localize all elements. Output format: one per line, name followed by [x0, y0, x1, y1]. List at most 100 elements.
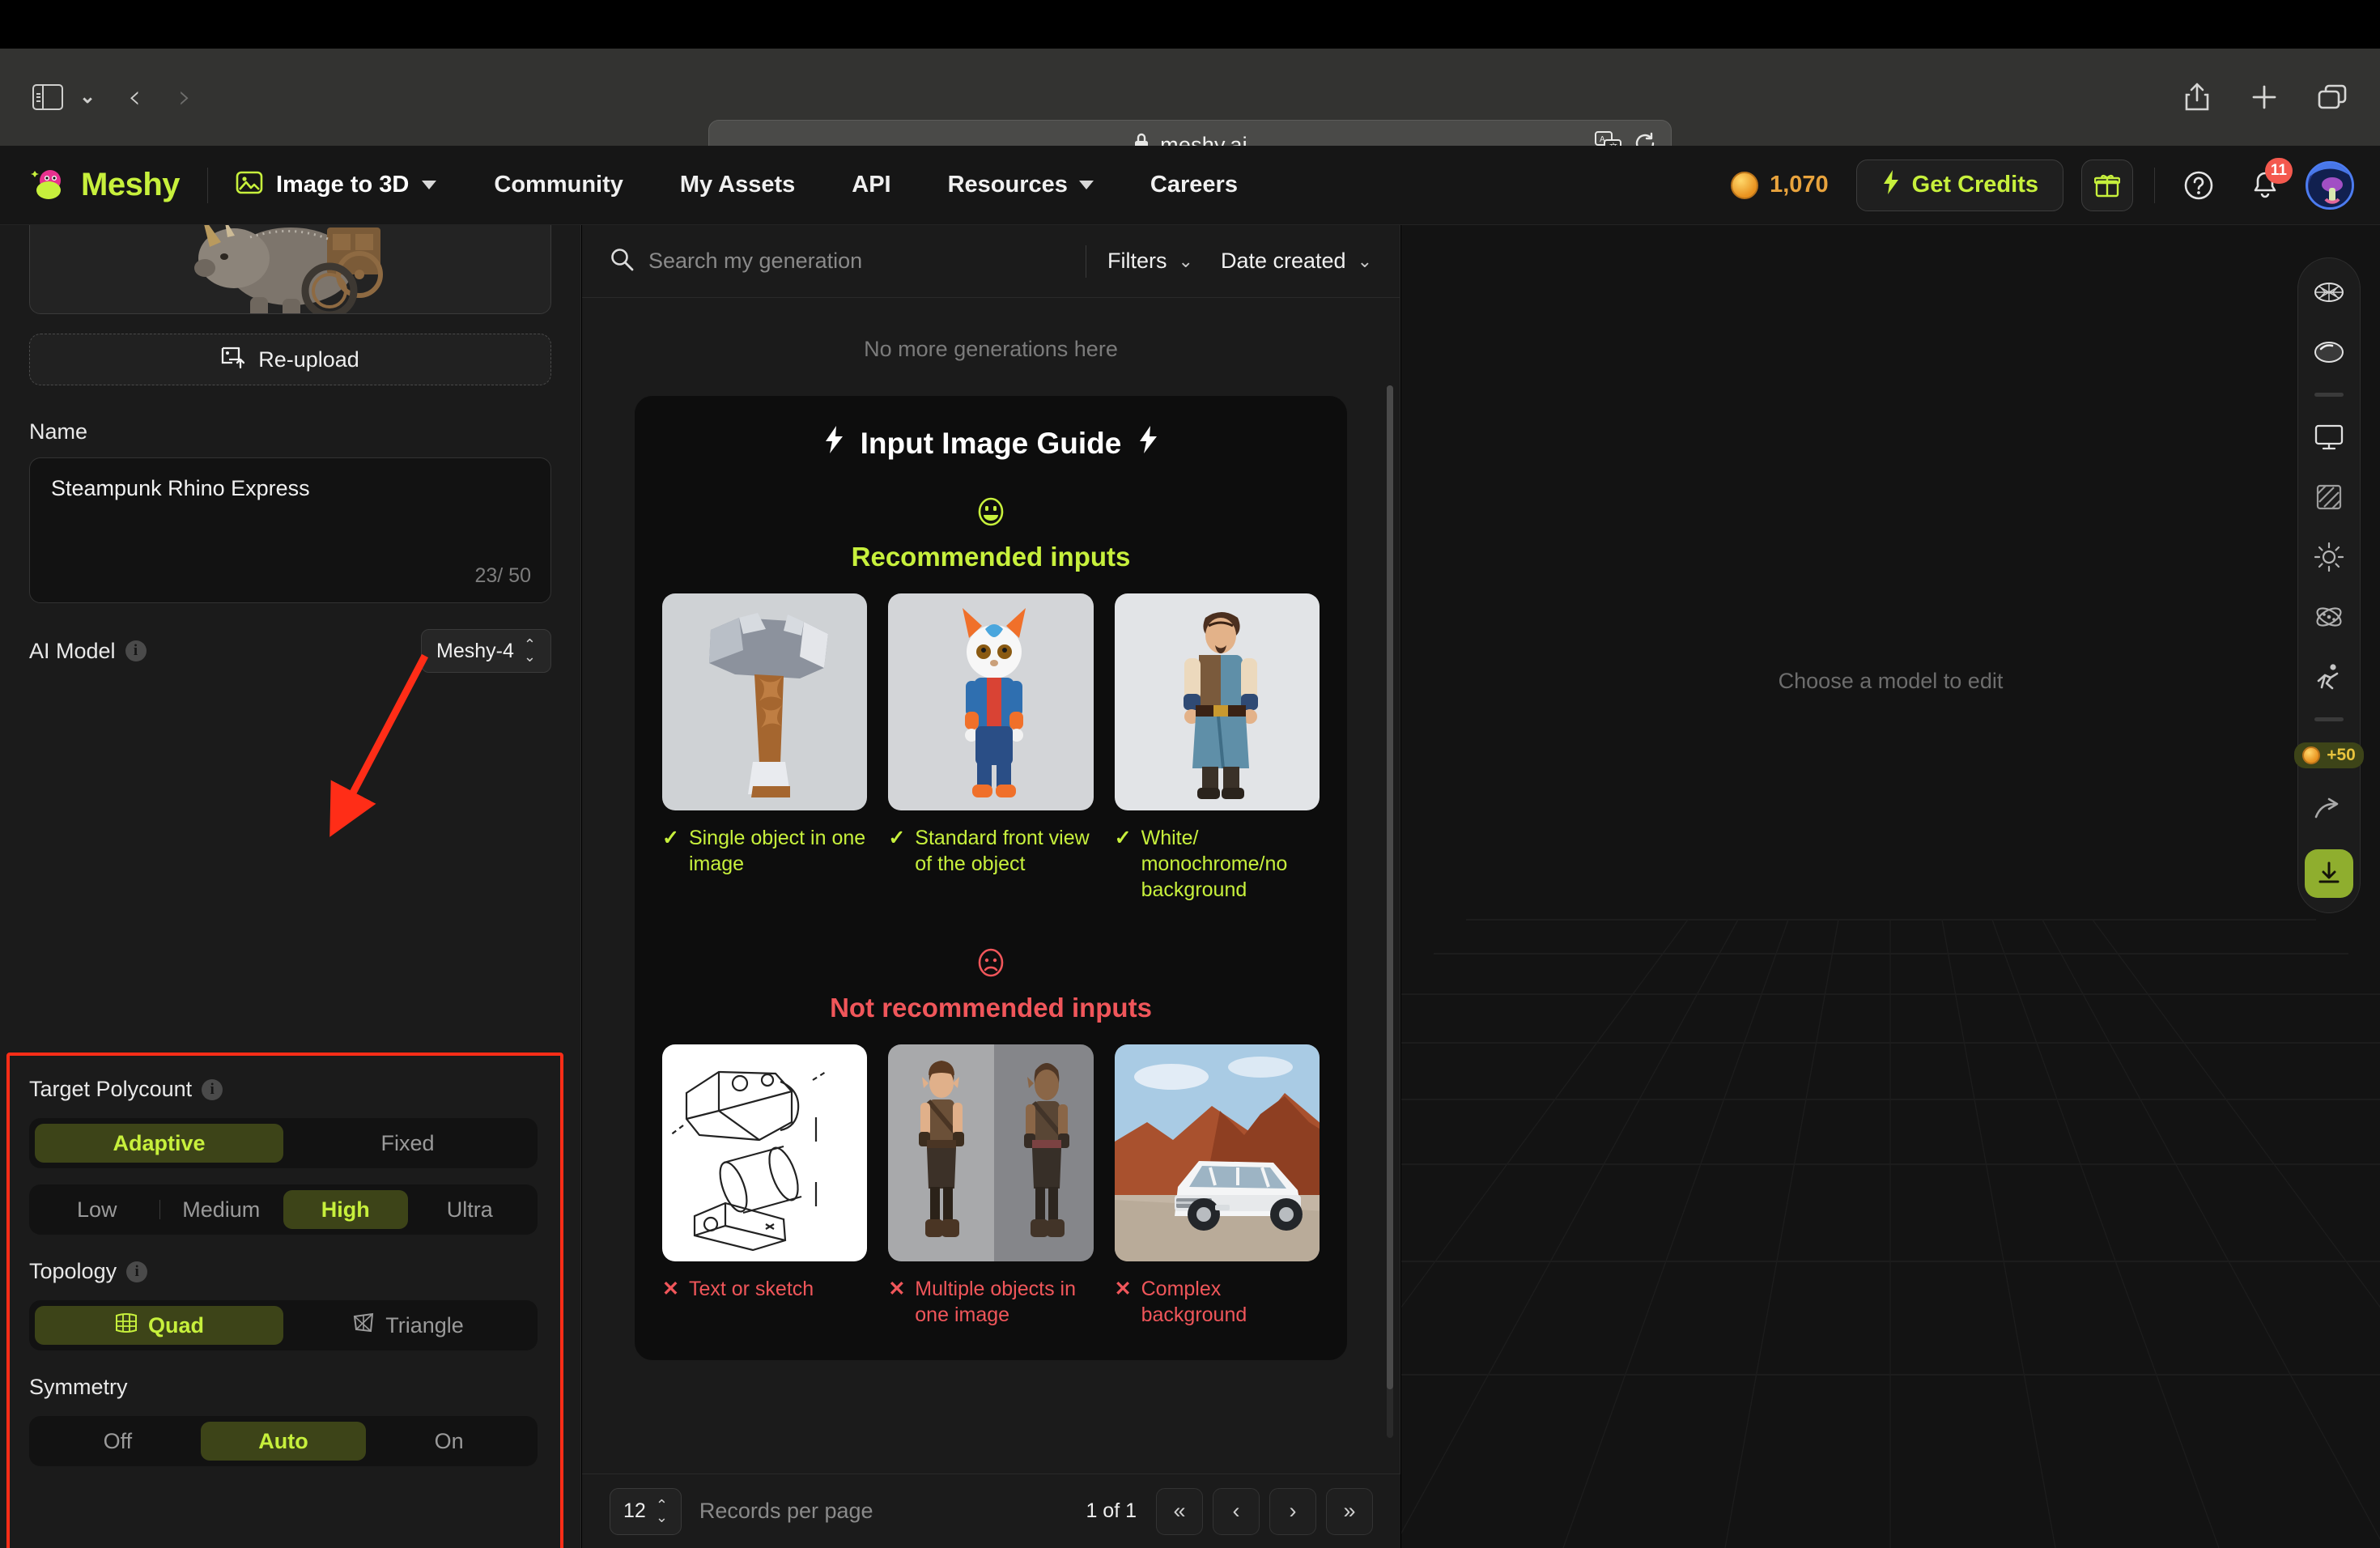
- model-viewport[interactable]: Choose a model to edit +50: [1401, 225, 2380, 1548]
- app-screen: ⌄ ‹ › meshy.ai A文: [0, 0, 2380, 1548]
- name-label: Name: [29, 419, 88, 444]
- page-size-value: 12: [623, 1499, 646, 1522]
- atom-icon[interactable]: [2310, 598, 2348, 636]
- user-avatar[interactable]: [2306, 160, 2354, 210]
- nav-my-assets[interactable]: My Assets: [652, 172, 823, 198]
- recommended-caption-2: ✓ Standard front view of the object: [888, 825, 1093, 903]
- chevron-down-icon[interactable]: [422, 181, 437, 189]
- not-recommended-heading: Not recommended inputs: [830, 993, 1152, 1023]
- nav-careers[interactable]: Careers: [1122, 172, 1266, 198]
- ai-model-value: Meshy-4: [436, 639, 514, 662]
- shaded-sphere-icon[interactable]: [2310, 333, 2348, 372]
- back-arrow-icon[interactable]: ‹: [112, 81, 157, 113]
- smiley-face-icon: [973, 494, 1009, 529]
- app-header: Meshy Image to 3D Community My Assets AP…: [0, 146, 2380, 225]
- credit-reward-value: +50: [2327, 746, 2356, 764]
- forward-arrow-icon[interactable]: ›: [162, 81, 207, 113]
- check-icon: ✓: [888, 827, 906, 849]
- mode-selector[interactable]: Image to 3D: [236, 169, 437, 201]
- main-nav: Community My Assets API Resources Career…: [465, 172, 1266, 198]
- thumb-cartoon-fox-character[interactable]: [888, 593, 1094, 810]
- hatch-pattern-icon[interactable]: [2310, 478, 2348, 517]
- recommended-thumbnails: [662, 593, 1320, 810]
- reupload-label: Re-upload: [258, 347, 359, 372]
- frowning-face-icon: [973, 945, 1009, 980]
- not-recommended-caption-3: ✕ Complex background: [1114, 1278, 1247, 1326]
- empty-state-text: No more generations here: [864, 337, 1118, 361]
- name-input[interactable]: Steampunk Rhino Express 23/ 50: [29, 457, 551, 603]
- credit-balance-value: 1,070: [1770, 172, 1829, 198]
- nav-community[interactable]: Community: [465, 172, 652, 198]
- gift-icon[interactable]: [2081, 159, 2133, 211]
- reupload-button[interactable]: Re-upload: [29, 334, 551, 385]
- thumb-two-elf-views[interactable]: [888, 1044, 1094, 1261]
- toolbar-divider: [2314, 393, 2344, 397]
- generations-panel: Search my generation Filters ⌄ Date crea…: [582, 225, 1400, 1548]
- sidebar-toggle-icon[interactable]: [32, 84, 63, 110]
- input-image-thumbnail[interactable]: [29, 225, 551, 314]
- thumb-low-poly-hammer[interactable]: [662, 593, 868, 810]
- search-toolbar: Search my generation Filters ⌄ Date crea…: [582, 225, 1400, 298]
- lightning-icon: [1137, 425, 1158, 461]
- next-page-button[interactable]: ›: [1269, 1487, 1316, 1535]
- ai-model-select[interactable]: Meshy-4 ⌃ ⌄: [421, 629, 551, 673]
- share-arrow-icon[interactable]: [2310, 789, 2348, 828]
- close-icon: ✕: [662, 1278, 679, 1300]
- brand-logo[interactable]: Meshy: [0, 166, 181, 205]
- thumb-mechanical-line-sketch[interactable]: [662, 1044, 868, 1261]
- chevron-down-icon: ⌄: [1357, 250, 1372, 271]
- not-recommended-thumbnails: [662, 1044, 1320, 1261]
- tab-overview-icon[interactable]: [2317, 83, 2348, 111]
- rhino-image: [152, 225, 428, 313]
- first-page-button[interactable]: «: [1156, 1487, 1203, 1535]
- ai-model-label: AI Model i: [29, 639, 147, 664]
- bell-icon[interactable]: 11: [2242, 157, 2293, 208]
- recommended-heading: Recommended inputs: [851, 542, 1131, 572]
- viewport-hint: Choose a model to edit: [1778, 669, 2004, 693]
- nav-resources[interactable]: Resources: [920, 172, 1122, 198]
- get-credits-button[interactable]: Get Credits: [1855, 159, 2063, 211]
- page-size-select[interactable]: 12 ⌃ ⌄: [610, 1487, 682, 1535]
- close-icon: ✕: [888, 1278, 906, 1300]
- nav-api[interactable]: API: [823, 172, 919, 198]
- recommended-captions: ✓ Single object in one image ✓ Standard …: [662, 825, 1320, 903]
- credit-balance[interactable]: 1,070: [1731, 171, 1829, 199]
- feed-scrollbar-thumb[interactable]: [1387, 385, 1393, 1389]
- chevron-down-icon[interactable]: ⌄: [68, 87, 107, 107]
- generation-settings-panel: Re-upload Name Steampunk Rhino Express 2…: [0, 225, 581, 1548]
- wireframe-sphere-icon[interactable]: [2310, 273, 2348, 312]
- share-icon[interactable]: [2182, 81, 2212, 113]
- monitor-icon[interactable]: [2310, 418, 2348, 457]
- generations-feed: No more generations here Input Image Gui…: [582, 298, 1400, 1474]
- running-person-icon[interactable]: [2310, 657, 2348, 696]
- lightning-icon: [1881, 169, 1901, 202]
- last-page-button[interactable]: »: [1326, 1487, 1373, 1535]
- name-input-value: Steampunk Rhino Express: [51, 476, 310, 500]
- filters-dropdown[interactable]: Filters ⌄: [1107, 249, 1193, 274]
- brightness-icon[interactable]: [2310, 538, 2348, 576]
- sort-dropdown[interactable]: Date created ⌄: [1221, 249, 1372, 274]
- image-icon: [236, 169, 263, 201]
- plus-icon[interactable]: [2250, 83, 2278, 111]
- page-info: 1 of 1: [1086, 1499, 1137, 1522]
- thumb-white-suv-desert[interactable]: [1114, 1044, 1320, 1261]
- info-icon[interactable]: i: [125, 640, 147, 661]
- check-icon: ✓: [1114, 827, 1132, 849]
- records-per-page-label: Records per page: [699, 1499, 873, 1523]
- not-recommended-captions: ✕ Text or sketch ✕ Multiple objects in o…: [662, 1276, 1320, 1328]
- chevron-down-icon: ⌄: [1178, 250, 1193, 271]
- thumb-male-warrior-character[interactable]: [1114, 593, 1320, 810]
- ai-model-row: AI Model i Meshy-4 ⌃ ⌄: [29, 629, 551, 673]
- recommended-caption-3: ✓ White/ monochrome/no background: [1114, 827, 1288, 901]
- toolbar-divider: [2314, 717, 2344, 721]
- search-input[interactable]: Search my generation: [610, 247, 1065, 275]
- close-icon: ✕: [1114, 1278, 1132, 1300]
- feed-scrollbar[interactable]: [1387, 385, 1393, 1438]
- not-recommended-caption-2: ✕ Multiple objects in one image: [888, 1278, 1076, 1326]
- header-divider: [2154, 167, 2155, 203]
- download-button[interactable]: [2305, 849, 2353, 898]
- not-recommended-caption-1: ✕ Text or sketch: [662, 1276, 867, 1328]
- help-circle-icon[interactable]: [2176, 163, 2221, 208]
- prev-page-button[interactable]: ‹: [1213, 1487, 1260, 1535]
- chevron-updown-icon: ⌃ ⌄: [523, 636, 536, 665]
